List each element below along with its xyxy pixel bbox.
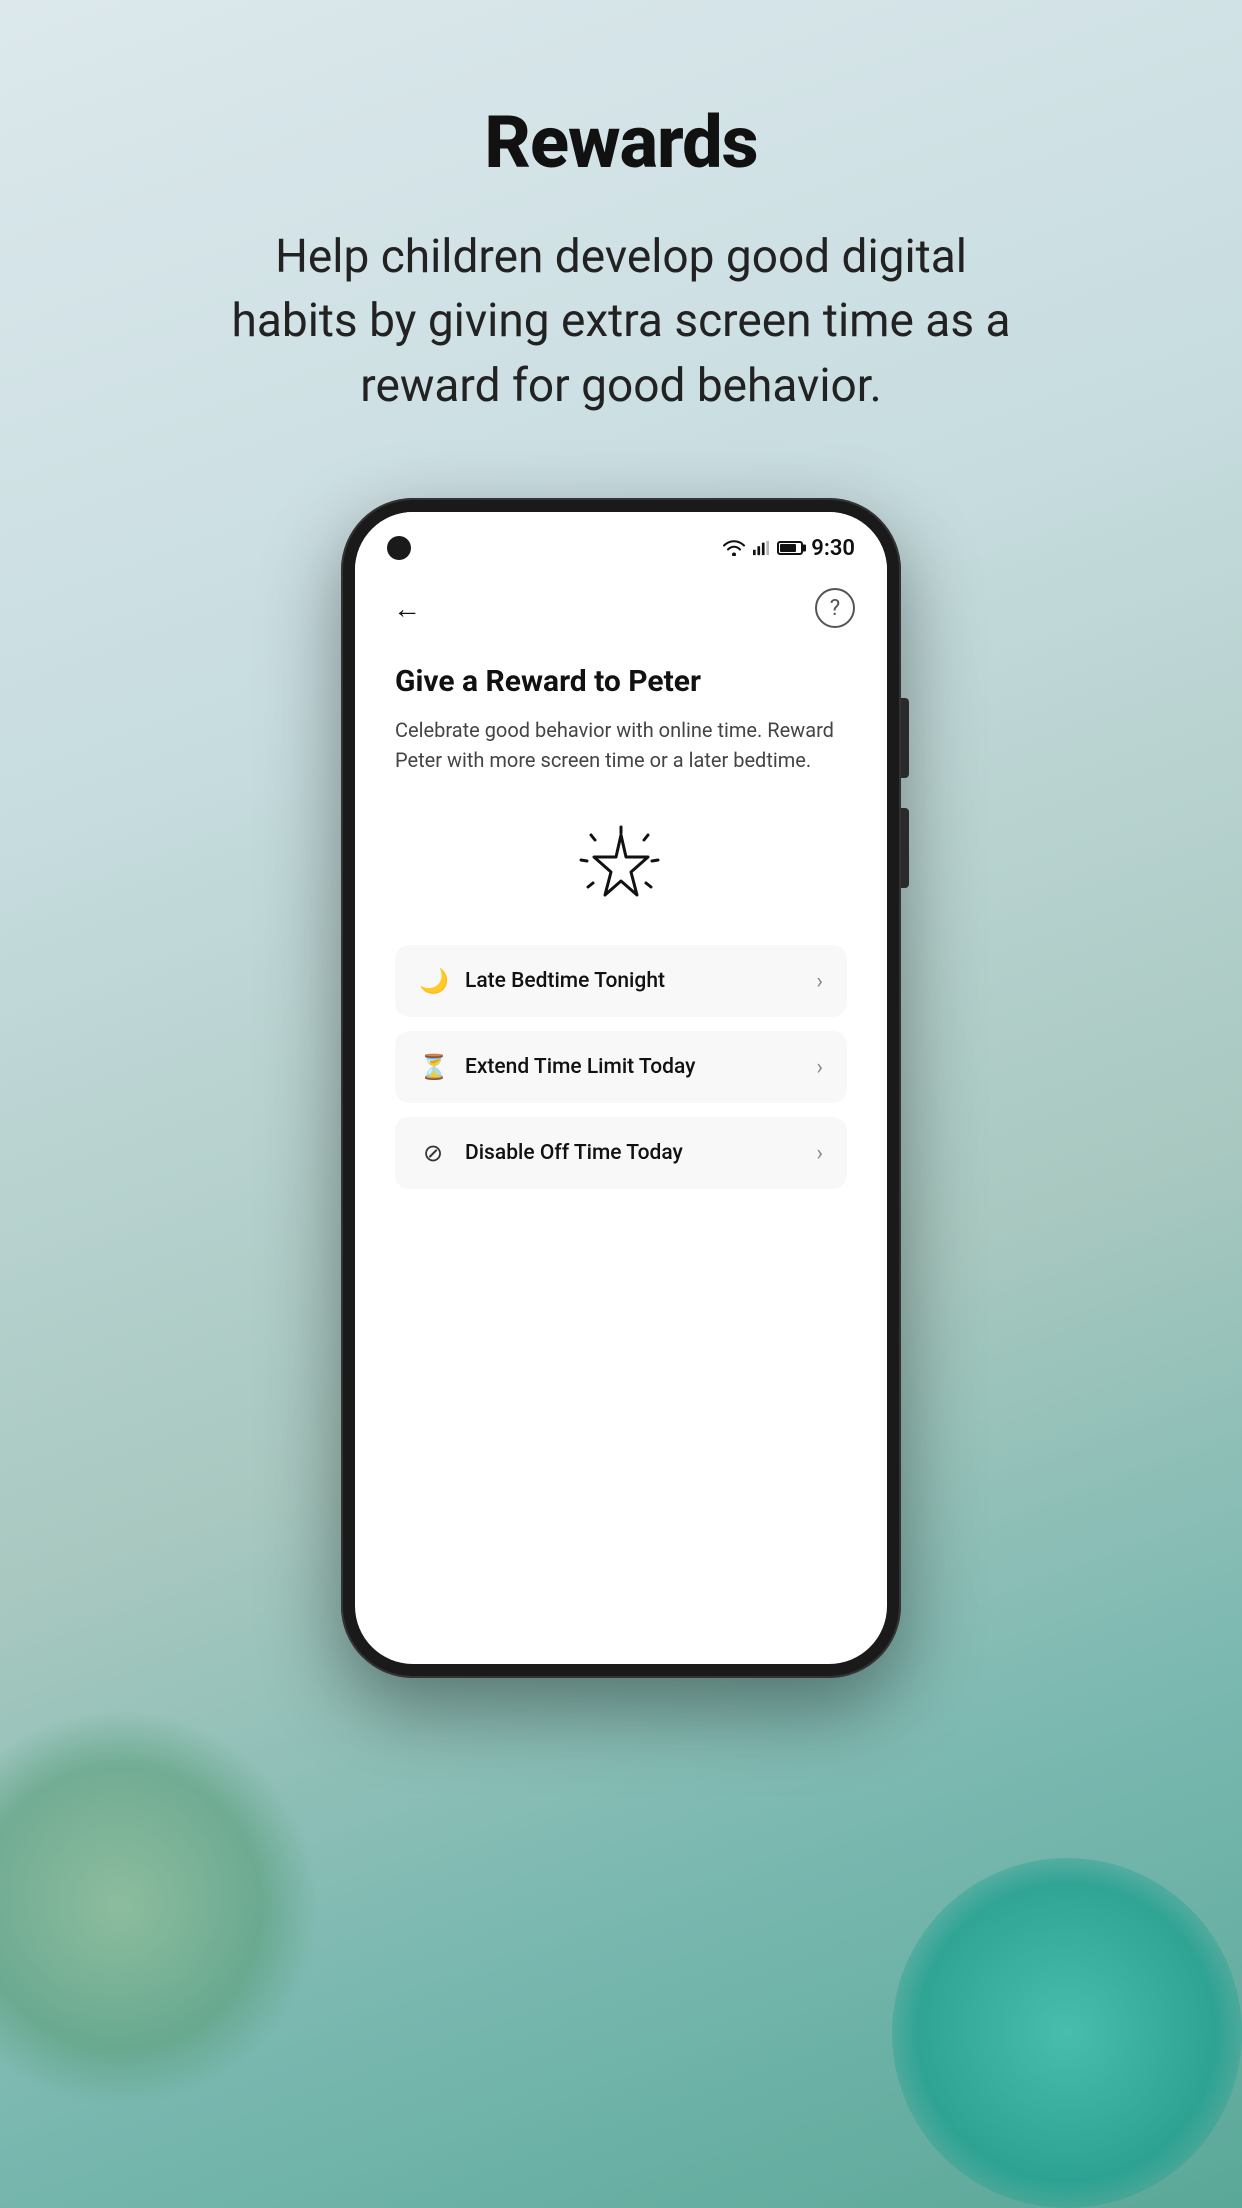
reward-title: Give a Reward to Peter xyxy=(395,664,847,699)
page-title: Rewards xyxy=(484,100,757,185)
camera-dot xyxy=(387,536,411,560)
help-icon: ? xyxy=(830,596,840,621)
chevron-right-icon: › xyxy=(816,969,823,994)
late-bedtime-label: Late Bedtime Tonight xyxy=(465,969,665,993)
status-bar: 9:30 xyxy=(355,512,887,572)
late-bedtime-item[interactable]: 🌙 Late Bedtime Tonight › xyxy=(395,945,847,1017)
block-icon: ⊘ xyxy=(419,1139,447,1167)
menu-item-left: 🌙 Late Bedtime Tonight xyxy=(419,967,665,995)
moon-icon: 🌙 xyxy=(419,967,447,995)
menu-list: 🌙 Late Bedtime Tonight › ⏳ Extend Time L… xyxy=(395,945,847,1189)
reward-description: Celebrate good behavior with online time… xyxy=(395,715,847,775)
star-container xyxy=(395,805,847,945)
extend-time-label: Extend Time Limit Today xyxy=(465,1055,695,1079)
page-subtitle: Help children develop good digital habit… xyxy=(171,225,1071,418)
star-icon xyxy=(576,825,666,915)
status-right: 9:30 xyxy=(723,536,855,561)
help-button[interactable]: ? xyxy=(815,588,855,628)
hourglass-icon: ⏳ xyxy=(419,1053,447,1081)
signal-icon xyxy=(753,540,769,556)
extend-time-item[interactable]: ⏳ Extend Time Limit Today › xyxy=(395,1031,847,1103)
nav-bar: ← ? xyxy=(355,572,887,644)
disable-offtime-label: Disable Off Time Today xyxy=(465,1141,683,1165)
wifi-icon xyxy=(723,540,745,556)
back-arrow-icon: ← xyxy=(393,592,421,625)
battery-icon xyxy=(777,541,803,555)
menu-item-left: ⊘ Disable Off Time Today xyxy=(419,1139,683,1167)
chevron-right-icon: › xyxy=(816,1055,823,1080)
phone-screen: 9:30 ← ? Give a Reward to Peter Celebrat… xyxy=(355,512,887,1664)
screen-content: Give a Reward to Peter Celebrate good be… xyxy=(355,644,887,1664)
menu-item-left: ⏳ Extend Time Limit Today xyxy=(419,1053,695,1081)
back-button[interactable]: ← xyxy=(387,588,427,628)
disable-offtime-item[interactable]: ⊘ Disable Off Time Today › xyxy=(395,1117,847,1189)
chevron-right-icon: › xyxy=(816,1141,823,1166)
phone-outer: 9:30 ← ? Give a Reward to Peter Celebrat… xyxy=(341,498,901,1678)
phone-mockup: 9:30 ← ? Give a Reward to Peter Celebrat… xyxy=(341,498,901,1698)
status-time: 9:30 xyxy=(811,536,855,561)
